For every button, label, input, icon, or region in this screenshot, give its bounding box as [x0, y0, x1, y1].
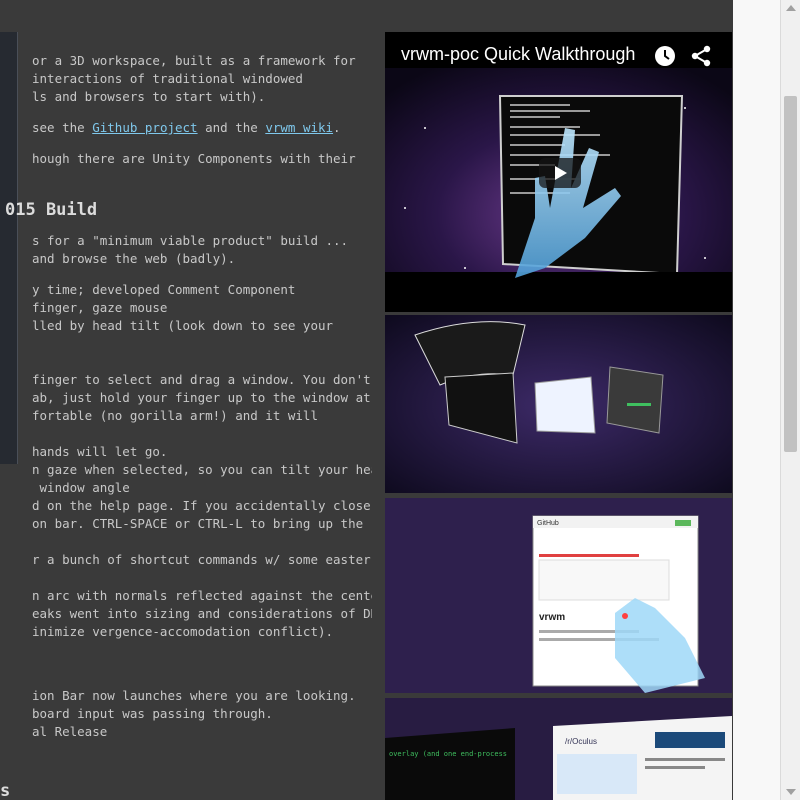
- share-icon[interactable]: [689, 44, 713, 68]
- text-segment: see the: [32, 120, 93, 135]
- text-line: interactions of traditional windowed: [32, 71, 303, 86]
- text-line: window angle: [32, 480, 130, 495]
- media-column: vrwm-poc Quick Walkthrough GitHub vrwm o…: [385, 32, 732, 800]
- oculus-label: /r/Oculus: [565, 737, 597, 746]
- screenshot-github-window[interactable]: GitHub vrwm: [385, 498, 732, 698]
- text-line: fortable (no gorilla arm!) and it will: [32, 408, 318, 423]
- terminal-text: overlay (and one end-process: [389, 750, 507, 758]
- screenshot-reddit-window[interactable]: overlay (and one end-process /r/Oculus: [385, 698, 732, 800]
- text-line: ion Bar now launches where you are looki…: [32, 688, 356, 703]
- reddit-image: overlay (and one end-process /r/Oculus: [385, 698, 732, 800]
- text-line: ab, just hold your finger up to the wind…: [32, 390, 371, 405]
- text-line: n arc with normals reflected against the…: [32, 588, 372, 603]
- scrollbar-thumb[interactable]: [784, 96, 797, 452]
- text-line: ls and browsers to start with).: [32, 89, 266, 104]
- scroll-down-arrow-icon[interactable]: [786, 789, 796, 795]
- screenshot-workspace-arc[interactable]: [385, 312, 732, 498]
- text-line: r a bunch of shortcut commands w/ some e…: [32, 552, 371, 567]
- scroll-up-arrow-icon[interactable]: [786, 5, 796, 11]
- text-line: board input was passing through.: [32, 706, 273, 721]
- article-text: or a 3D workspace, built as a framework …: [0, 0, 372, 800]
- video-thumbnail: [385, 68, 732, 312]
- github-repo-title: vrwm: [539, 612, 565, 623]
- text-line: n gaze when selected, so you can tilt yo…: [32, 462, 372, 477]
- scrollbar[interactable]: [780, 0, 800, 800]
- github-project-link[interactable]: Github project: [92, 120, 197, 135]
- section-heading: s: [0, 781, 11, 800]
- video-title[interactable]: vrwm-poc Quick Walkthrough: [401, 44, 635, 65]
- text-line: eaks went into sizing and considerations…: [32, 606, 372, 621]
- text-line: or a 3D workspace, built as a framework …: [32, 53, 356, 68]
- text-line: y time; developed Comment Component: [32, 282, 296, 297]
- text-line: hough there are Unity Components with th…: [32, 151, 356, 166]
- text-segment: and the: [197, 120, 266, 135]
- clock-icon[interactable]: [653, 44, 677, 68]
- section-heading: 015 Build: [5, 200, 98, 220]
- text-line: and browse the web (badly).: [32, 251, 236, 266]
- workspace-image: [385, 315, 732, 493]
- text-line: hands will let go.: [32, 444, 168, 459]
- text-line: on bar. CTRL-SPACE or CTRL-L to bring up…: [32, 516, 364, 531]
- text-line: s for a "minimum viable product" build .…: [32, 233, 349, 248]
- video-player[interactable]: vrwm-poc Quick Walkthrough: [385, 32, 732, 312]
- text-line: finger, gaze mouse: [32, 300, 168, 315]
- github-header: GitHub: [537, 520, 559, 527]
- page: or a 3D workspace, built as a framework …: [0, 0, 733, 800]
- text-line: al Release: [32, 724, 108, 739]
- text-line: inimize vergence-accomodation conflict).: [32, 624, 334, 639]
- github-image: GitHub vrwm: [385, 498, 732, 693]
- text-line: d on the help page. If you accidentally …: [32, 498, 372, 513]
- vrwm-wiki-link[interactable]: vrwm wiki: [265, 120, 333, 135]
- play-icon[interactable]: [539, 158, 581, 188]
- text-line: lled by head tilt (look down to see your: [32, 318, 334, 333]
- text-line: see the Github project and the vrwm wiki…: [32, 120, 341, 136]
- right-gutter: [733, 0, 780, 800]
- text-segment: .: [333, 120, 341, 135]
- text-line: finger to select and drag a window. You …: [32, 372, 371, 387]
